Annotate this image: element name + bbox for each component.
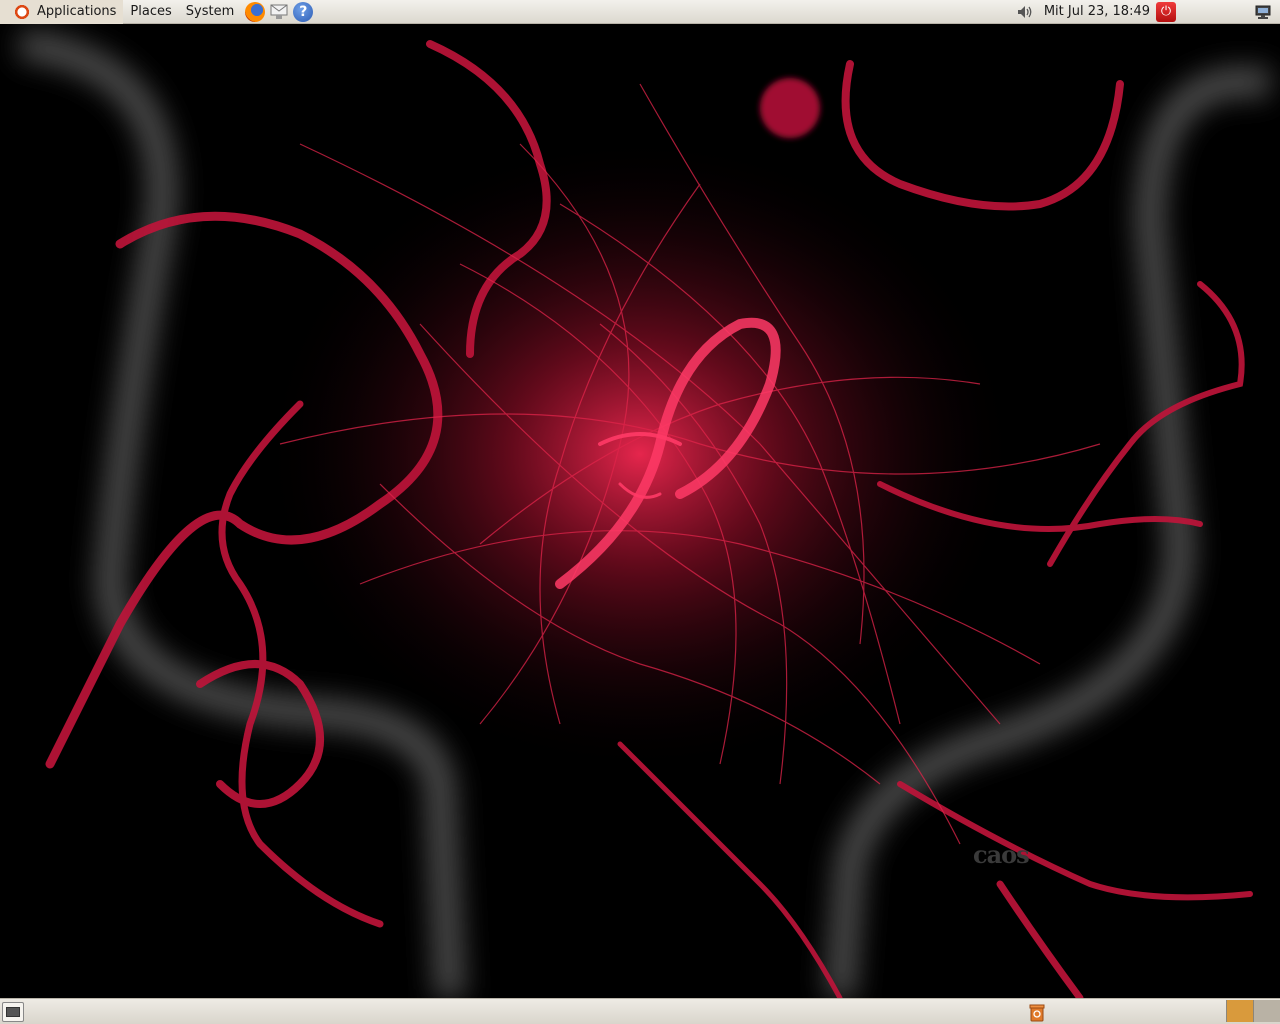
clock[interactable]: Mit Jul 23, 18:49 <box>1038 4 1156 19</box>
help-icon-glyph: ? <box>299 3 308 20</box>
wallpaper <box>18 29 1273 998</box>
help-icon: ? <box>293 1 314 22</box>
applications-menu[interactable]: Applications <box>0 0 124 24</box>
firefox-icon <box>245 1 266 22</box>
launcher-area: ? <box>243 1 315 23</box>
desktop[interactable]: caos <box>0 24 1280 998</box>
help-launcher[interactable]: ? <box>292 1 314 23</box>
panel-notification-area: Mit Jul 23, 18:49 ⏻ <box>1016 0 1280 24</box>
volume-icon[interactable] <box>1016 3 1034 21</box>
trash-icon[interactable] <box>1028 1002 1046 1022</box>
applications-menu-label: Applications <box>37 4 117 19</box>
network-icon[interactable] <box>1254 3 1272 21</box>
show-desktop-icon <box>6 1006 20 1017</box>
workspace-2[interactable] <box>1253 1000 1280 1022</box>
system-menu[interactable]: System <box>179 0 241 24</box>
bottom-panel <box>0 998 1280 1024</box>
power-icon[interactable]: ⏻ <box>1156 1 1176 22</box>
top-panel: Applications Places System ? Mit Jul 23,… <box>0 0 1280 24</box>
workspace-1[interactable] <box>1226 1000 1253 1022</box>
places-menu-label: Places <box>130 4 172 19</box>
firefox-launcher[interactable] <box>244 1 266 23</box>
workspace-switcher <box>1226 1000 1280 1022</box>
mail-launcher[interactable] <box>268 1 290 23</box>
show-desktop-button[interactable] <box>2 1001 24 1022</box>
places-menu[interactable]: Places <box>123 0 178 24</box>
wallpaper-watermark: caos <box>973 840 1030 869</box>
ubuntu-logo-icon <box>13 2 31 21</box>
system-menu-label: System <box>185 4 235 19</box>
mail-icon <box>270 4 288 19</box>
